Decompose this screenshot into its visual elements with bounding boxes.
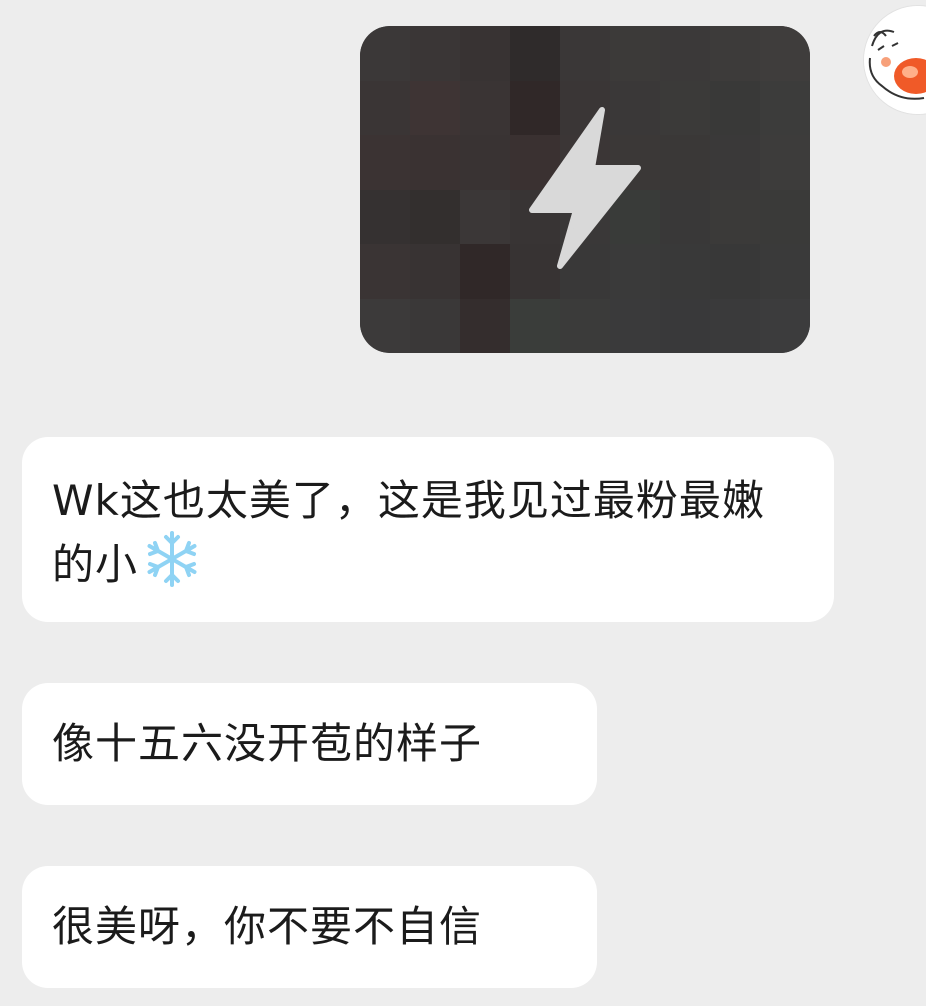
mosaic-tile [660,135,710,190]
mosaic-tile [410,26,460,81]
mosaic-tile [660,80,710,135]
mosaic-tile [660,298,710,353]
mosaic-tile [460,189,510,244]
message-text: 像十五六没开苞的样子 [52,719,483,768]
mosaic-tile [760,244,810,299]
mosaic-tile [460,244,510,299]
mosaic-tile [610,298,660,353]
mosaic-tile [360,244,410,299]
mosaic-tile [710,244,760,299]
mosaic-tile [710,189,760,244]
mosaic-tile [360,298,410,353]
mosaic-tile [460,135,510,190]
avatar[interactable] [864,6,926,114]
mosaic-tile [510,26,560,81]
mosaic-tile [660,244,710,299]
mosaic-tile [410,298,460,353]
mosaic-tile [760,298,810,353]
mosaic-tile [460,26,510,81]
received-message-bubble[interactable]: 很美呀，你不要不自信 [22,866,597,988]
mosaic-tile [460,298,510,353]
mosaic-tile [560,26,610,81]
mosaic-tile [660,26,710,81]
mosaic-tile [410,135,460,190]
mosaic-tile [610,26,660,81]
mosaic-tile [410,189,460,244]
mosaic-tile [360,189,410,244]
mosaic-tile [710,135,760,190]
flash-icon [529,107,641,269]
mosaic-tile [510,298,560,353]
mosaic-tile [710,298,760,353]
received-message-bubble[interactable]: Wk这也太美了，这是我见过最粉最嫩的小 [22,437,834,622]
mosaic-tile [710,26,760,81]
mosaic-tile [360,80,410,135]
message-text: 很美呀，你不要不自信 [52,902,483,951]
chat-screen: Wk这也太美了，这是我见过最粉最嫩的小 像十五六没开苞的样子 很美呀，你不要不自… [0,0,926,1006]
received-message-bubble[interactable]: 像十五六没开苞的样子 [22,683,597,805]
mosaic-tile [660,189,710,244]
mosaic-tile [760,135,810,190]
mosaic-tile [360,135,410,190]
cartoon-cat-avatar-icon [864,6,926,114]
mosaic-tile [410,80,460,135]
mosaic-tile [560,298,610,353]
mosaic-tile [760,26,810,81]
mosaic-tile [360,26,410,81]
mosaic-tile [460,80,510,135]
mosaic-tile [710,80,760,135]
mosaic-tile [760,189,810,244]
mosaic-tile [410,244,460,299]
snowflake-icon [147,531,197,587]
mosaic-tile [760,80,810,135]
sent-media-message[interactable] [360,26,810,353]
